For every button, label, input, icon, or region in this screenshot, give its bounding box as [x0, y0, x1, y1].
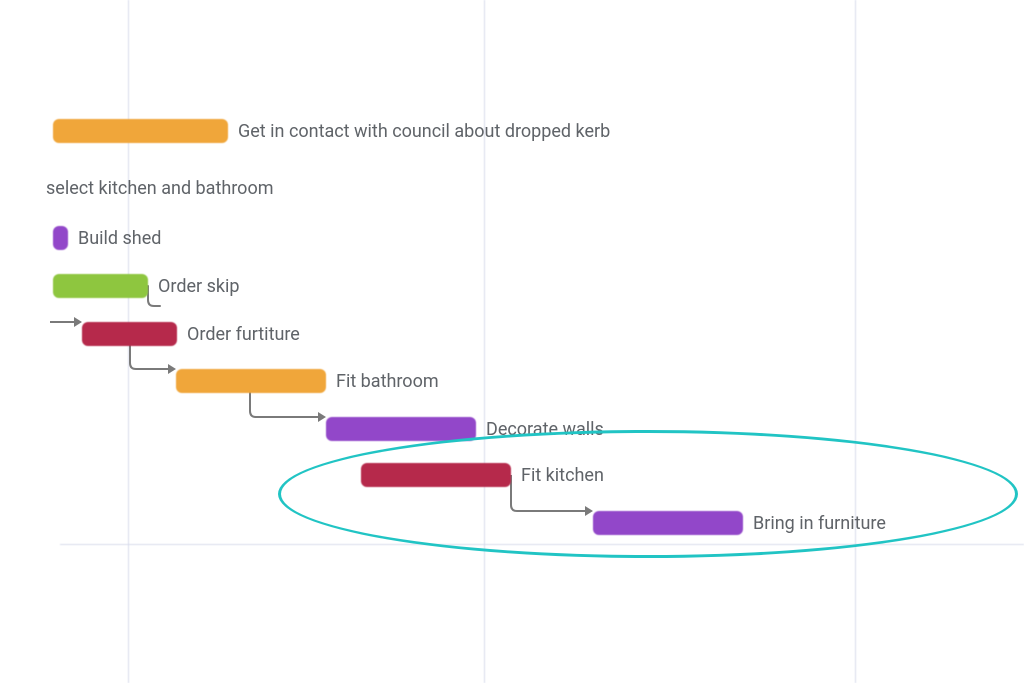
task-bar[interactable]	[53, 119, 228, 143]
task-row[interactable]: Order skip	[53, 262, 239, 310]
task-bar[interactable]	[53, 226, 68, 250]
task-row[interactable]: Bring in furniture	[593, 499, 886, 547]
task-label: Decorate walls	[486, 419, 604, 440]
task-label: Get in contact with council about droppe…	[238, 121, 610, 142]
task-row[interactable]: Fit bathroom	[176, 357, 439, 405]
connector-arrow	[50, 321, 82, 323]
task-row[interactable]: Fit kitchen	[361, 451, 604, 499]
task-row[interactable]: select kitchen and bathroom	[46, 164, 274, 212]
task-row[interactable]: Build shed	[53, 214, 161, 262]
task-row[interactable]: Decorate walls	[326, 405, 604, 453]
task-bar[interactable]	[176, 369, 326, 393]
task-label: Fit kitchen	[521, 465, 604, 486]
task-label: Order furtiture	[187, 324, 300, 345]
task-label: Build shed	[78, 228, 161, 249]
task-bar[interactable]	[82, 322, 177, 346]
grid-line	[855, 0, 856, 683]
task-row[interactable]: Order furtiture	[82, 310, 300, 358]
task-label: select kitchen and bathroom	[46, 178, 274, 199]
task-label: Fit bathroom	[336, 371, 439, 392]
task-bar[interactable]	[361, 463, 511, 487]
task-label: Order skip	[158, 276, 239, 297]
task-bar[interactable]	[53, 274, 148, 298]
gantt-chart: Get in contact with council about droppe…	[0, 0, 1024, 683]
task-bar[interactable]	[593, 511, 743, 535]
task-label: Bring in furniture	[753, 513, 886, 534]
task-bar[interactable]	[326, 417, 476, 441]
grid-line	[484, 0, 485, 683]
task-row[interactable]: Get in contact with council about droppe…	[53, 107, 610, 155]
